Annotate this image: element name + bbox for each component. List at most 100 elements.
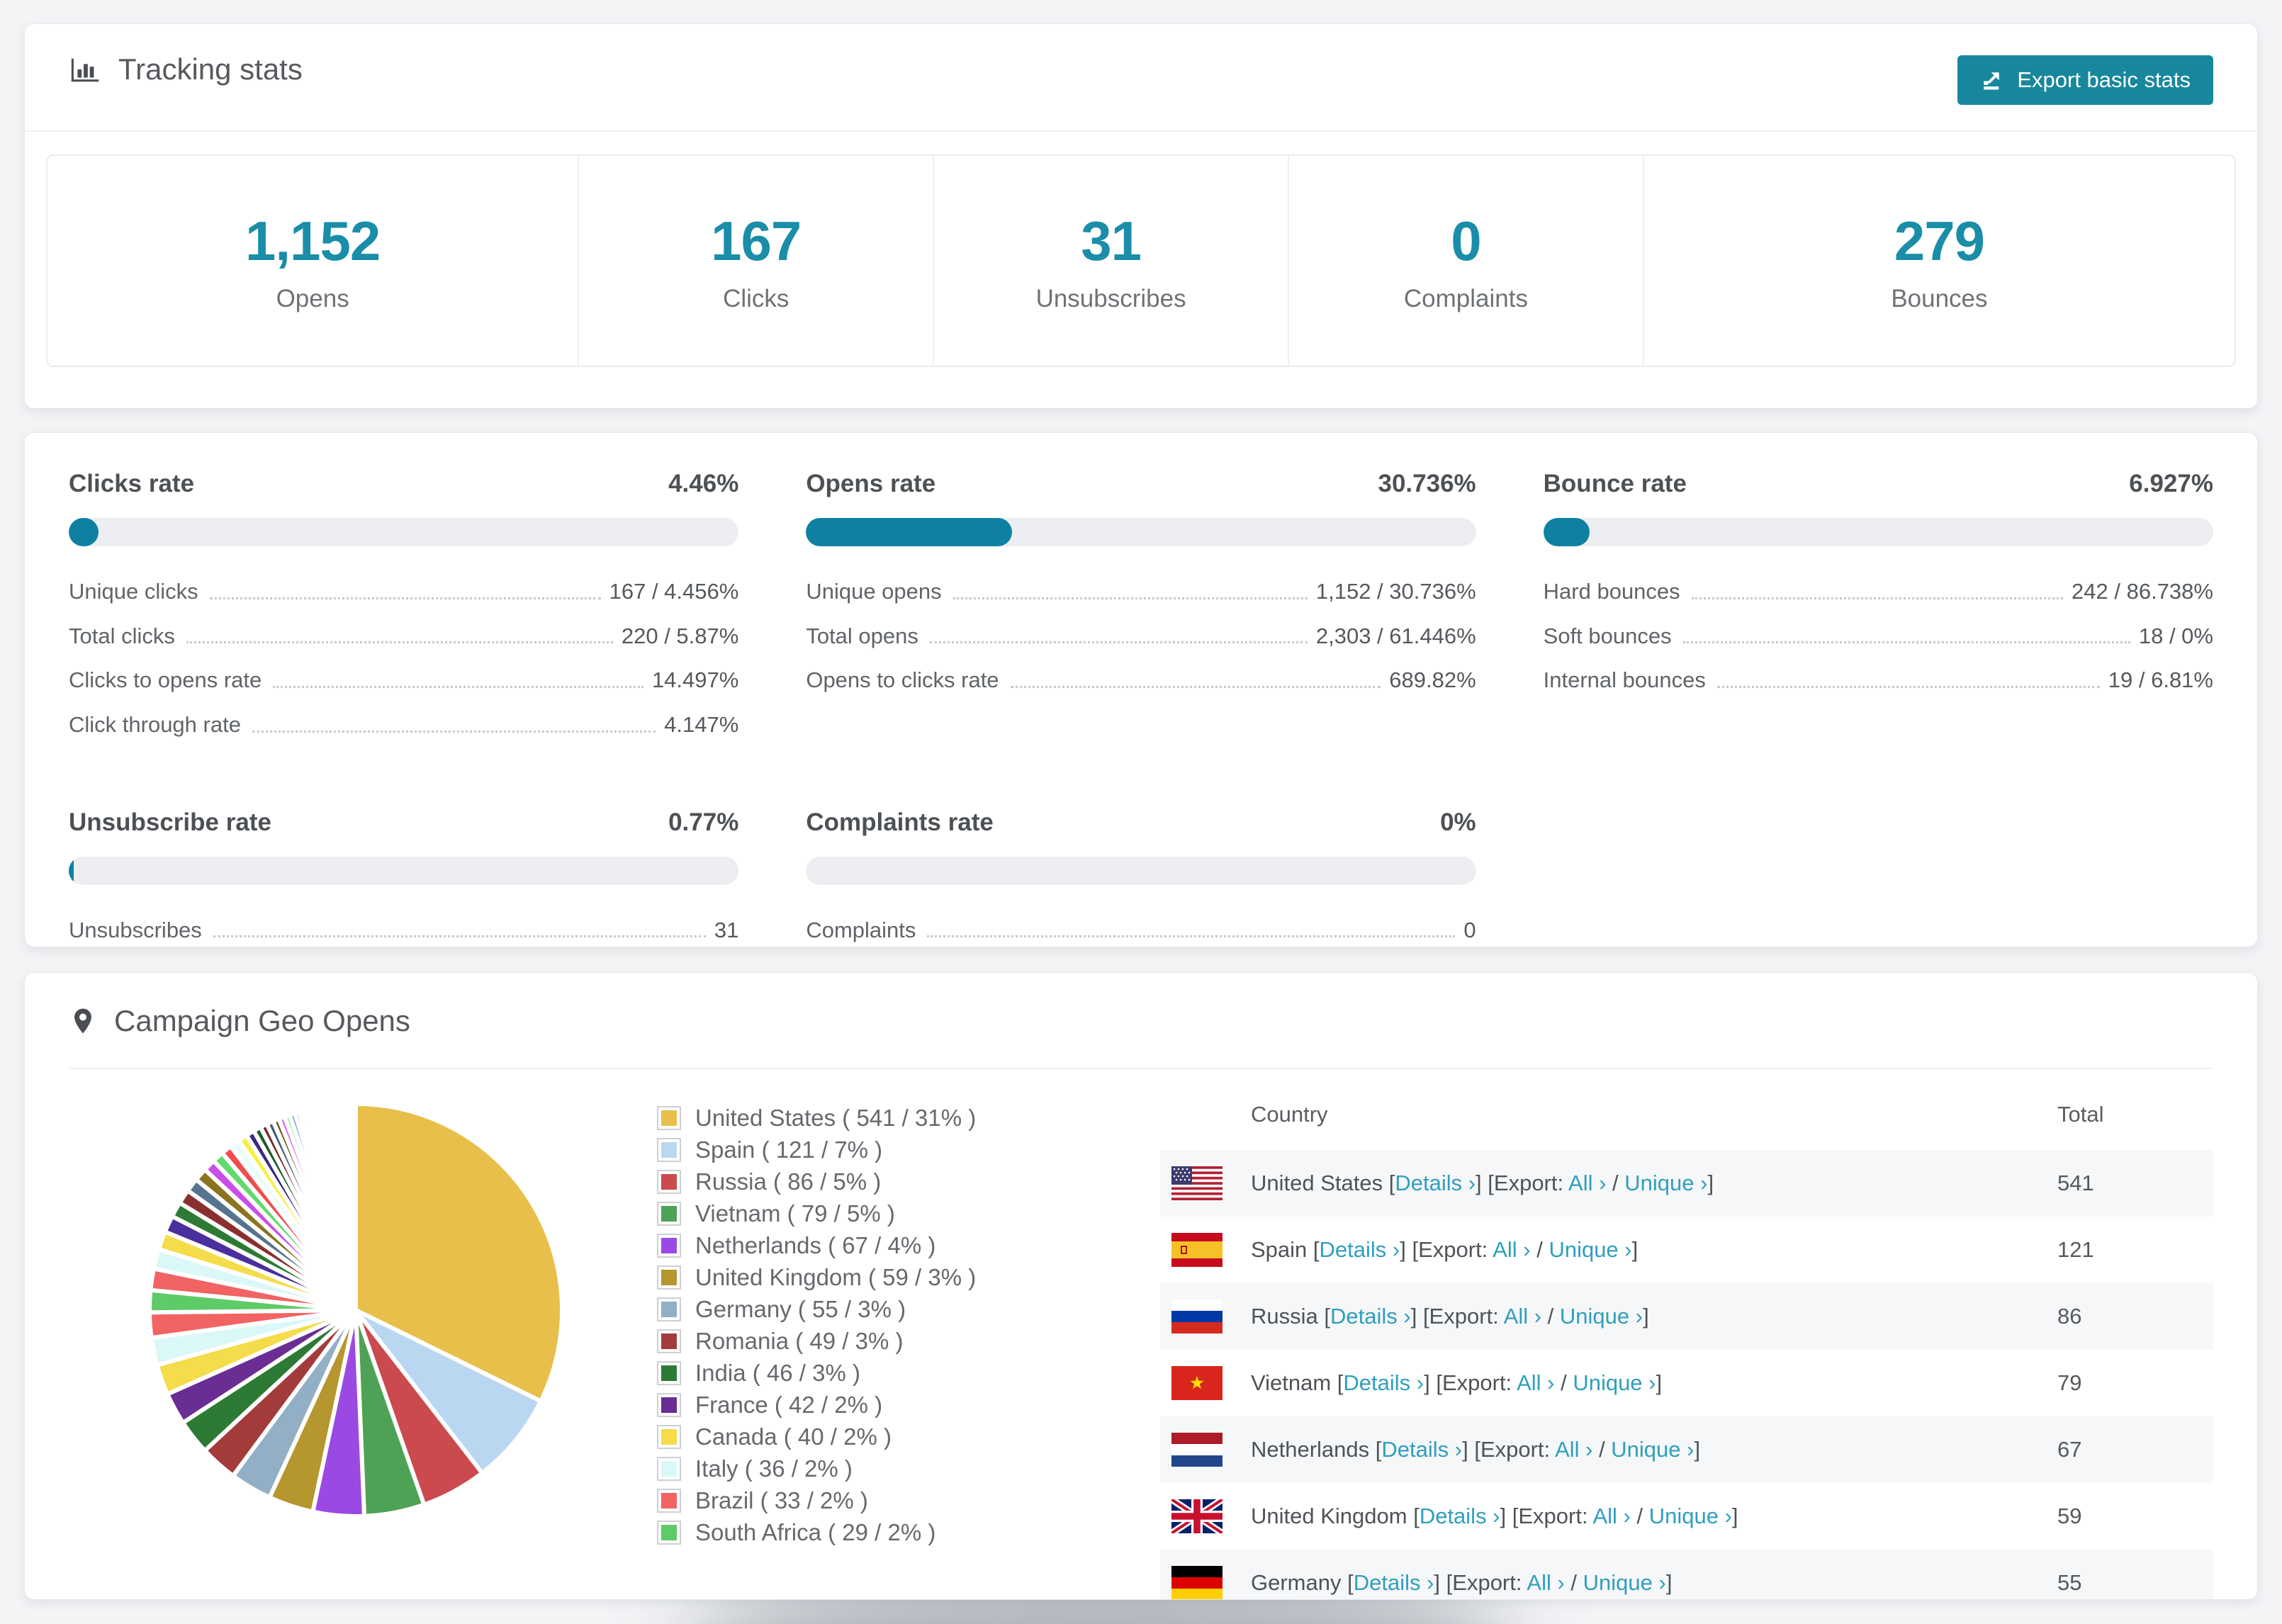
table-row-germany: Germany [Details ›] [Export: All › / Uni… <box>1160 1550 2213 1599</box>
geo-pie-chart <box>76 1079 636 1599</box>
map-pin-icon <box>74 1008 91 1034</box>
rate-row: Opens to clicks rate 689.82% <box>806 667 1476 693</box>
details-link[interactable]: Details › <box>1330 1304 1411 1329</box>
country-total: 121 <box>2057 1237 2094 1262</box>
summary-stats-strip: 1,152 Opens 167 Clicks 31 Unsubscribes 0… <box>46 154 2236 367</box>
opens-rate-block: Opens rate 30.736% Unique opens 1,152 / 3… <box>806 470 1476 693</box>
rate-row: Clicks to opens rate 14.497% <box>69 667 739 693</box>
export-unique-link[interactable]: Unique › <box>1624 1171 1707 1195</box>
country-total: 86 <box>2057 1304 2082 1329</box>
complaints-rate-progressbar <box>806 856 1476 885</box>
rate-row: Unsubscribes 31 <box>69 917 739 942</box>
geo-opens-title: Campaign Geo Opens <box>69 1004 2213 1038</box>
details-link[interactable]: Details › <box>1381 1437 1462 1462</box>
legend-swatch <box>657 1361 681 1385</box>
tracking-stats-card: Tracking stats Export basic stats 1,152 … <box>24 23 2258 409</box>
legend-label: Spain ( 121 / 7% ) <box>695 1137 883 1163</box>
legend-swatch <box>657 1265 681 1290</box>
legend-label: Germany ( 55 / 3% ) <box>695 1296 906 1322</box>
export-unique-link[interactable]: Unique › <box>1548 1237 1631 1262</box>
flag-vietnam-icon <box>1171 1366 1222 1400</box>
unsubscribe-rate-block: Unsubscribe rate 0.77% Unsubscribes 31 <box>69 808 739 942</box>
legend-item: United States ( 541 / 31% ) <box>657 1105 1132 1132</box>
export-all-link[interactable]: All › <box>1568 1171 1606 1195</box>
stat-complaints: 0 Complaints <box>1289 156 1644 366</box>
legend-item: Romania ( 49 / 3% ) <box>657 1328 1132 1355</box>
bar-chart-icon <box>71 58 99 82</box>
stat-clicks: 167 Clicks <box>579 156 935 366</box>
export-all-link[interactable]: All › <box>1527 1570 1564 1595</box>
legend-item: Russia ( 86 / 5% ) <box>657 1168 1132 1195</box>
export-icon <box>1984 72 2000 90</box>
legend-swatch <box>657 1489 681 1513</box>
details-link[interactable]: Details › <box>1354 1570 1434 1595</box>
geo-table: Country Total United States [Details ›] … <box>1160 1079 2213 1599</box>
legend-item: Spain ( 121 / 7% ) <box>657 1137 1132 1163</box>
legend-label: United States ( 541 / 31% ) <box>695 1105 977 1131</box>
flag-russia-icon <box>1171 1299 1222 1333</box>
export-all-link[interactable]: All › <box>1493 1237 1530 1262</box>
export-unique-link[interactable]: Unique › <box>1611 1437 1694 1462</box>
country-total: 55 <box>2057 1570 2082 1595</box>
rate-row: Unique opens 1,152 / 30.736% <box>806 579 1476 604</box>
complaints-rate-block: Complaints rate 0% Complaints 0 <box>806 808 1476 942</box>
table-row-netherlands: Netherlands [Details ›] [Export: All › /… <box>1160 1416 2213 1483</box>
legend-item: Brazil ( 33 / 2% ) <box>657 1487 1132 1514</box>
legend-item: Vietnam ( 79 / 5% ) <box>657 1200 1132 1227</box>
rate-row: Internal bounces 19 / 6.81% <box>1543 667 2213 693</box>
country-name: Russia <box>1251 1304 1318 1329</box>
rate-row: Hard bounces 242 / 86.738% <box>1543 579 2213 604</box>
geo-opens-card: Campaign Geo Opens United States ( 541 /… <box>24 972 2258 1600</box>
country-name: United States <box>1251 1171 1383 1195</box>
export-basic-stats-button[interactable]: Export basic stats <box>1957 55 2213 105</box>
legend-label: United Kingdom ( 59 / 3% ) <box>695 1264 977 1290</box>
legend-label: France ( 42 / 2% ) <box>695 1392 883 1418</box>
export-all-link[interactable]: All › <box>1504 1304 1541 1329</box>
export-unique-link[interactable]: Unique › <box>1560 1304 1643 1329</box>
export-unique-link[interactable]: Unique › <box>1583 1570 1666 1595</box>
unsubscribe-rate-progressbar <box>69 856 739 885</box>
legend-label: South Africa ( 29 / 2% ) <box>695 1519 936 1545</box>
rate-row: Unique clicks 167 / 4.456% <box>69 579 739 604</box>
legend-swatch <box>657 1457 681 1481</box>
legend-swatch <box>657 1521 681 1545</box>
export-unique-link[interactable]: Unique › <box>1573 1370 1656 1395</box>
country-name: Vietnam <box>1251 1370 1332 1395</box>
export-all-link[interactable]: All › <box>1592 1504 1630 1528</box>
table-row-vietnam: Vietnam [Details ›] [Export: All › / Uni… <box>1160 1350 2213 1416</box>
legend-swatch <box>657 1106 681 1130</box>
export-unique-link[interactable]: Unique › <box>1649 1504 1732 1528</box>
country-total: 67 <box>2057 1437 2082 1462</box>
details-link[interactable]: Details › <box>1343 1370 1424 1395</box>
table-row-russia: Russia [Details ›] [Export: All › / Uniq… <box>1160 1283 2213 1350</box>
legend-label: Brazil ( 33 / 2% ) <box>695 1487 868 1513</box>
legend-label: India ( 46 / 3% ) <box>695 1360 860 1386</box>
table-row-united-kingdom: United Kingdom [Details ›] [Export: All … <box>1160 1483 2213 1550</box>
legend-item: India ( 46 / 3% ) <box>657 1360 1132 1387</box>
divider <box>25 130 2257 132</box>
legend-label: Romania ( 49 / 3% ) <box>695 1328 904 1354</box>
clicks-rate-progressbar <box>69 518 739 546</box>
pie-slice[interactable] <box>352 1101 358 1312</box>
legend-swatch <box>657 1170 681 1194</box>
rate-row: Total opens 2,303 / 61.446% <box>806 623 1476 648</box>
geo-pie-legend: United States ( 541 / 31% ) Spain ( 121 /… <box>657 1079 1132 1599</box>
details-link[interactable]: Details › <box>1420 1504 1500 1528</box>
rate-row: Complaints 0 <box>806 917 1476 942</box>
bounce-rate-progressbar <box>1543 518 2213 546</box>
country-name: United Kingdom <box>1251 1504 1407 1528</box>
details-link[interactable]: Details › <box>1395 1171 1476 1195</box>
bounce-rate-block: Bounce rate 6.927% Hard bounces 242 / 86.… <box>1543 470 2213 693</box>
legend-label: Russia ( 86 / 5% ) <box>695 1168 882 1195</box>
stat-opens: 1,152 Opens <box>47 156 580 366</box>
clicks-rate-block: Clicks rate 4.46% Unique clicks 167 / 4.4… <box>69 470 739 737</box>
country-name: Spain <box>1251 1237 1308 1262</box>
rate-row: Total clicks 220 / 5.87% <box>69 623 739 648</box>
legend-item: France ( 42 / 2% ) <box>657 1392 1132 1419</box>
export-all-link[interactable]: All › <box>1555 1437 1592 1462</box>
legend-item: Germany ( 55 / 3% ) <box>657 1296 1132 1323</box>
export-all-link[interactable]: All › <box>1517 1370 1554 1395</box>
details-link[interactable]: Details › <box>1320 1237 1400 1262</box>
rate-row: Click through rate 4.147% <box>69 711 739 737</box>
legend-swatch <box>657 1202 681 1226</box>
